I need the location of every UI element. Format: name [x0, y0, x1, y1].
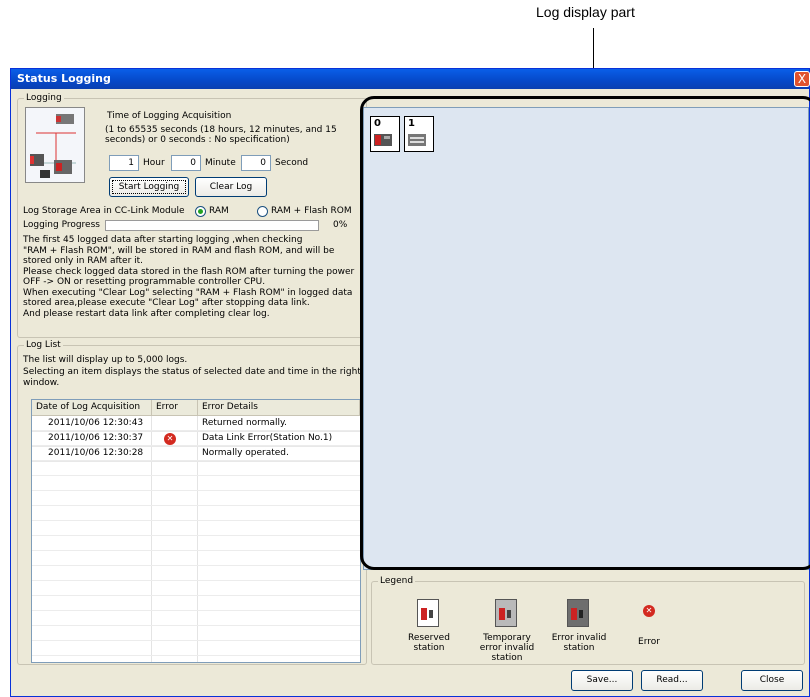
grid-row-line — [32, 535, 360, 536]
row-details: Normally operated. — [202, 448, 289, 458]
radio-ram-flash-rom-label[interactable]: RAM + Flash ROM — [271, 206, 352, 216]
second-input[interactable]: 0 — [241, 155, 271, 171]
logging-progress-percent: 0% — [333, 220, 348, 230]
log-list-header: Date of Log Acquisition Error Error Deta… — [32, 400, 360, 416]
logging-notes: The first 45 logged data after starting … — [23, 235, 363, 319]
grid-row-line — [32, 595, 360, 596]
error-icon: ✕ — [643, 605, 655, 617]
row-error: ✕ — [164, 432, 176, 447]
log-list-table[interactable]: Date of Log Acquisition Error Error Deta… — [31, 399, 361, 663]
column-error[interactable]: Error — [152, 400, 198, 415]
note-line: And please restart data link after compl… — [23, 308, 270, 319]
read-button[interactable]: Read... — [641, 670, 703, 691]
column-date[interactable]: Date of Log Acquisition — [32, 400, 152, 415]
grid-row-line — [32, 475, 360, 476]
logging-time-description: (1 to 65535 seconds (18 hours, 12 minute… — [105, 125, 337, 145]
grid-row-line — [32, 490, 360, 491]
log-list-description-1: The list will display up to 5,000 logs. — [23, 355, 188, 365]
table-row[interactable]: 2011/10/06 12:30:37 ✕ Data Link Error(St… — [32, 431, 360, 447]
row-date: 2011/10/06 12:30:28 — [48, 448, 144, 458]
save-button[interactable]: Save... — [571, 670, 633, 691]
note-line: Please check logged data stored in the f… — [23, 266, 355, 277]
start-logging-button[interactable]: Start Logging — [109, 177, 189, 197]
legend-label-reserved: Reserved station — [408, 633, 450, 653]
logging-group-label: Logging — [24, 93, 64, 103]
grid-row-line — [32, 505, 360, 506]
minute-input[interactable]: 0 — [171, 155, 201, 171]
note-line: stored only in RAM after it. — [23, 256, 144, 266]
close-button[interactable]: Close — [741, 670, 803, 691]
legend-label-error: Error — [638, 637, 660, 647]
logging-illustration-icon — [25, 107, 85, 183]
grid-row-line — [32, 550, 360, 551]
reserved-station-icon — [417, 599, 439, 627]
window-title: Status Logging — [17, 72, 111, 85]
grid-row-line — [32, 655, 360, 656]
row-date: 2011/10/06 12:30:37 — [48, 433, 144, 443]
row-details: Data Link Error(Station No.1) — [202, 433, 333, 443]
note-line: stored area,please execute "Clear Log" a… — [23, 298, 310, 308]
log-list-group-label: Log List — [24, 340, 63, 350]
row-details: Returned normally. — [202, 418, 287, 428]
column-error-details[interactable]: Error Details — [198, 400, 360, 415]
logging-progress-bar — [105, 220, 319, 231]
radio-ram-flash-rom[interactable] — [257, 206, 268, 217]
minute-label: Minute — [205, 158, 236, 168]
log-display-part-annotation: Log display part — [536, 4, 635, 20]
legend-items: Reserved station Temporary error invalid… — [371, 581, 803, 663]
log-list-description-2: Selecting an item displays the status of… — [23, 367, 361, 388]
row-date: 2011/10/06 12:30:43 — [48, 418, 144, 428]
hour-input[interactable]: 1 — [109, 155, 139, 171]
log-display-callout-outline — [360, 96, 810, 570]
note-line: The first 45 logged data after starting … — [23, 235, 303, 245]
logging-progress-label: Logging Progress — [23, 220, 100, 230]
table-row[interactable]: 2011/10/06 12:30:43 Returned normally. — [32, 416, 360, 432]
radio-ram[interactable] — [195, 206, 206, 217]
grid-row-line — [32, 610, 360, 611]
note-line: When executing "Clear Log" selecting "RA… — [23, 287, 353, 298]
grid-row-line — [32, 580, 360, 581]
note-line: OFF -> ON or resetting programmable cont… — [23, 277, 266, 287]
error-icon: ✕ — [164, 433, 176, 445]
temporary-error-invalid-station-icon — [495, 599, 517, 627]
grid-row-line — [32, 520, 360, 521]
grid-row-line — [32, 625, 360, 626]
second-label: Second — [275, 158, 309, 168]
radio-ram-label[interactable]: RAM — [209, 206, 229, 216]
hour-label: Hour — [143, 158, 165, 168]
grid-row-line — [32, 565, 360, 566]
close-icon[interactable]: X — [794, 71, 810, 87]
grid-row-line — [32, 640, 360, 641]
legend-label-temporary-error: Temporary error invalid station — [479, 633, 535, 663]
clear-log-button[interactable]: Clear Log — [195, 177, 267, 197]
logging-time-title: Time of Logging Acquisition — [107, 111, 232, 121]
title-bar[interactable]: Status Logging X — [11, 69, 810, 89]
note-line: "RAM + Flash ROM", will be stored in RAM… — [23, 245, 335, 256]
storage-area-label: Log Storage Area in CC-Link Module — [23, 206, 185, 216]
table-row[interactable]: 2011/10/06 12:30:28 Normally operated. — [32, 446, 360, 462]
error-invalid-station-icon — [567, 599, 589, 627]
legend-label-error-invalid: Error invalid station — [551, 633, 607, 653]
